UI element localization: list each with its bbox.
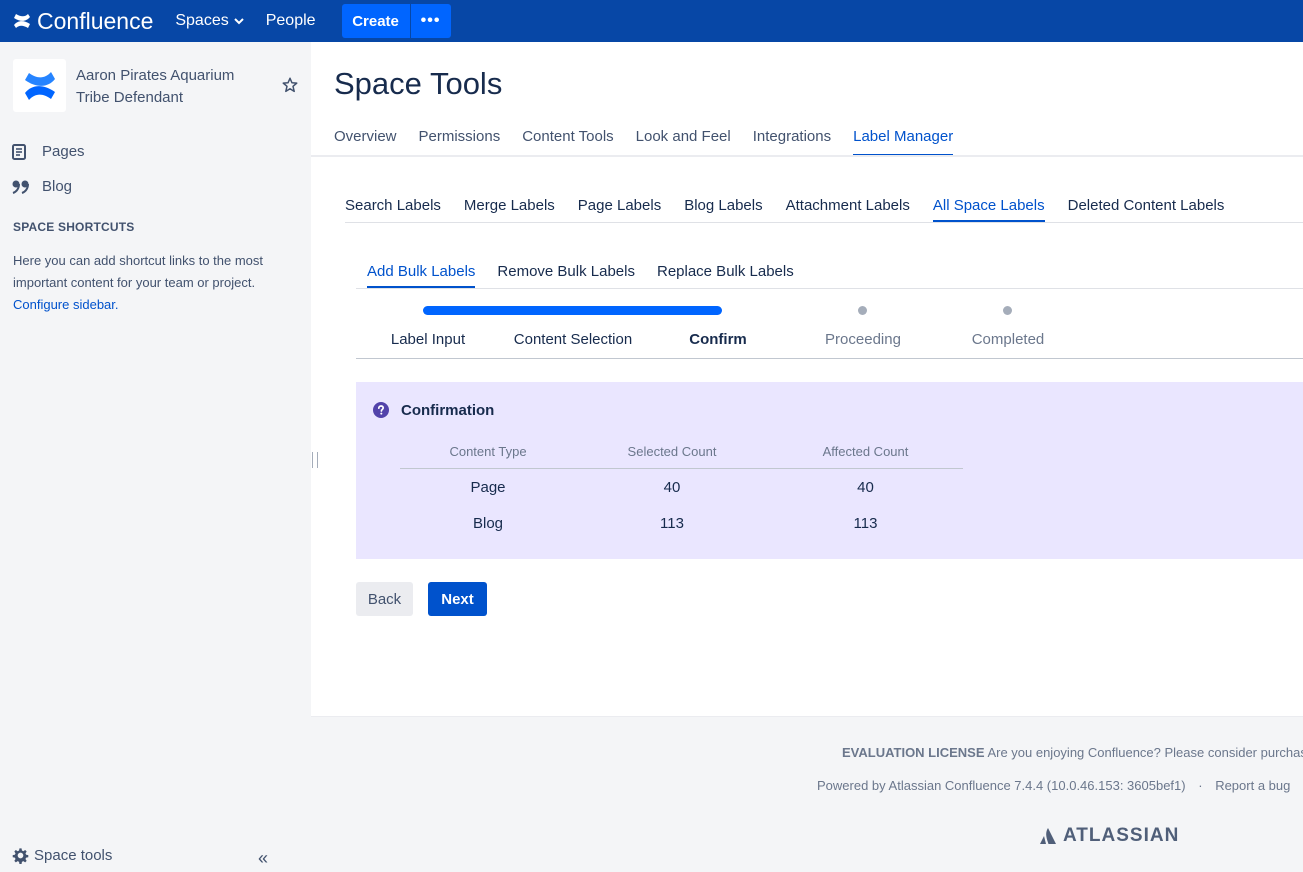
tabs-divider: [311, 155, 1303, 157]
progress-dot-proceeding: [858, 306, 867, 315]
spaces-label: Spaces: [175, 12, 229, 29]
step-content-selection: Content Selection: [513, 331, 633, 348]
top-navigation: Confluence Spaces People Create •••: [0, 0, 1303, 42]
space-tools-button[interactable]: Space tools: [12, 847, 112, 864]
bulk-label-tabs: Add Bulk Labels Remove Bulk Labels Repla…: [367, 263, 816, 288]
pages-icon: [12, 143, 34, 160]
space-tools-tabs: Overview Permissions Content Tools Look …: [334, 126, 975, 156]
atlassian-logo[interactable]: ATLASSIAN: [1039, 825, 1179, 847]
tab-label-manager[interactable]: Label Manager: [853, 126, 954, 156]
star-icon[interactable]: [281, 76, 299, 94]
cell-content-type: Blog: [472, 515, 504, 532]
license-label: EVALUATION LICENSE: [842, 745, 985, 760]
sidebar-item-label: Blog: [42, 178, 73, 195]
footer-links: Powered by Atlassian Confluence 7.4.4 (1…: [817, 778, 1303, 793]
create-button[interactable]: Create: [341, 4, 410, 38]
confluence-logo[interactable]: Confluence: [12, 8, 153, 35]
tab-add-bulk-labels[interactable]: Add Bulk Labels: [367, 263, 476, 288]
step-label-input: Label Input: [390, 331, 466, 348]
header-content-type: Content Type: [449, 444, 527, 459]
tab-merge-labels[interactable]: Merge Labels: [464, 197, 555, 222]
tab-deleted-content-labels[interactable]: Deleted Content Labels: [1068, 197, 1225, 222]
tracker-divider: [356, 358, 1303, 359]
footer-separator: ·: [1198, 778, 1203, 793]
table-row: Blog 113 113: [400, 506, 963, 542]
page-footer: EVALUATION LICENSE Are you enjoying Conf…: [311, 716, 1303, 872]
atlassian-wordmark: ATLASSIAN: [1063, 825, 1180, 846]
sidebar-item-blog[interactable]: Blog: [12, 178, 72, 195]
tab-remove-bulk-labels[interactable]: Remove Bulk Labels: [497, 263, 635, 288]
license-text: Are you enjoying Confluence? Please cons…: [987, 745, 1303, 760]
tab-content-tools[interactable]: Content Tools: [522, 126, 613, 156]
space-name[interactable]: Aaron Pirates Aquarium Tribe Defendant: [76, 65, 266, 109]
progress-dot-completed: [1003, 306, 1012, 315]
sidebar-item-label: Pages: [42, 143, 85, 160]
space-logo-icon: [24, 71, 55, 100]
next-button[interactable]: Next: [428, 582, 487, 616]
spaces-menu[interactable]: Spaces: [175, 12, 244, 30]
powered-by-text: Powered by Atlassian Confluence 7.4.4 (1…: [817, 778, 1186, 793]
confirmation-title: Confirmation: [401, 402, 495, 419]
collapse-sidebar-button[interactable]: «: [258, 848, 268, 869]
tab-replace-bulk-labels[interactable]: Replace Bulk Labels: [657, 263, 794, 288]
tab-page-labels[interactable]: Page Labels: [578, 197, 661, 222]
space-shortcuts-text: Here you can add shortcut links to the m…: [13, 250, 298, 316]
tab-permissions[interactable]: Permissions: [419, 126, 501, 156]
configure-sidebar-link[interactable]: Configure sidebar.: [13, 297, 119, 312]
tab-overview[interactable]: Overview: [334, 126, 397, 156]
step-proceeding: Proceeding: [825, 331, 901, 348]
sidebar-item-pages[interactable]: Pages: [12, 143, 85, 160]
table-header-row: Content Type Selected Count Affected Cou…: [400, 442, 963, 469]
license-notice: EVALUATION LICENSE Are you enjoying Conf…: [842, 745, 1303, 760]
header-selected-count: Selected Count: [627, 444, 717, 459]
header-affected-count: Affected Count: [822, 444, 909, 459]
chevron-down-icon: [234, 17, 244, 24]
space-tools-label: Space tools: [34, 847, 113, 864]
report-bug-link[interactable]: Report a bug: [1215, 778, 1290, 793]
space-shortcuts-heading: SPACE SHORTCUTS: [13, 220, 135, 234]
bulk-tabs-divider: [356, 288, 1303, 289]
cell-content-type: Page: [470, 479, 506, 496]
confirmation-table: Content Type Selected Count Affected Cou…: [400, 442, 963, 542]
atlassian-icon: [1040, 828, 1056, 844]
shortcuts-description: Here you can add shortcut links to the m…: [13, 253, 264, 290]
tab-integrations[interactable]: Integrations: [753, 126, 831, 156]
question-icon: [373, 402, 389, 418]
tab-search-labels[interactable]: Search Labels: [345, 197, 441, 222]
space-avatar[interactable]: [13, 59, 66, 112]
tab-look-and-feel[interactable]: Look and Feel: [636, 126, 731, 156]
sidebar: Aaron Pirates Aquarium Tribe Defendant P…: [0, 42, 311, 872]
people-link[interactable]: People: [266, 12, 316, 30]
cell-selected-count: 40: [663, 479, 681, 496]
people-label: People: [265, 12, 316, 29]
label-manager-tabs: Search Labels Merge Labels Page Labels B…: [345, 197, 1247, 222]
label-tabs-divider: [345, 222, 1303, 223]
cell-affected-count: 113: [853, 515, 878, 532]
gear-icon: [12, 848, 29, 864]
step-confirm: Confirm: [689, 331, 747, 348]
product-name: Confluence: [37, 7, 154, 34]
more-create-button[interactable]: •••: [410, 4, 451, 38]
step-completed: Completed: [971, 331, 1045, 348]
page-title: Space Tools: [334, 66, 503, 101]
cell-affected-count: 40: [857, 479, 874, 496]
back-button[interactable]: Back: [356, 582, 413, 616]
tab-all-space-labels[interactable]: All Space Labels: [932, 197, 1045, 222]
sidebar-resize-handle[interactable]: [312, 452, 318, 468]
blog-quote-icon: [12, 180, 34, 194]
progress-bar: [423, 306, 722, 315]
tab-blog-labels[interactable]: Blog Labels: [684, 197, 762, 222]
cell-selected-count: 113: [660, 515, 684, 532]
confluence-icon: [14, 14, 30, 28]
table-row: Page 40 40: [400, 470, 963, 506]
confirmation-panel: Confirmation Content Type Selected Count…: [356, 382, 1303, 559]
tab-attachment-labels[interactable]: Attachment Labels: [786, 197, 910, 222]
